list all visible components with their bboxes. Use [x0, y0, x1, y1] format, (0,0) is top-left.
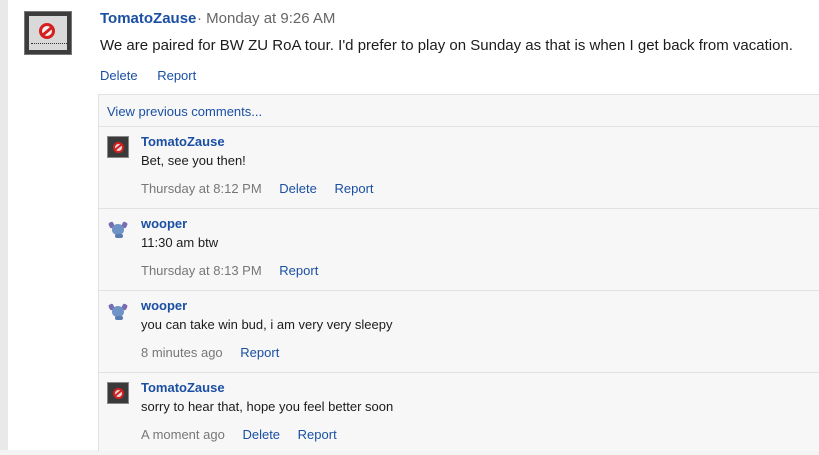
comment-text: 11:30 am btw	[141, 235, 219, 250]
comment-delete-link[interactable]: Delete	[242, 427, 280, 442]
wooper-foot	[115, 234, 123, 238]
comment-time: Thursday at 8:12 PM	[141, 181, 262, 196]
comment-text: sorry to hear that, hope you feel better…	[141, 399, 394, 414]
wooper-foot	[115, 316, 123, 320]
comment-actions: Thursday at 8:13 PM Report	[141, 263, 332, 278]
post-report-link[interactable]: Report	[157, 68, 196, 83]
comment-text: Bet, see you then!	[141, 153, 246, 168]
comments-panel: View previous comments... TomatoZause Be…	[98, 94, 819, 451]
comment-author[interactable]: TomatoZause	[141, 134, 225, 149]
post-author-avatar[interactable]	[24, 11, 72, 55]
comment-report-link[interactable]: Report	[298, 427, 337, 442]
comment-actions: Thursday at 8:12 PM Delete Report	[141, 181, 388, 196]
comment-time: 8 minutes ago	[141, 345, 223, 360]
view-previous-comments-link[interactable]: View previous comments...	[107, 104, 262, 119]
post-delete-link[interactable]: Delete	[100, 68, 138, 83]
comment-item: wooper 11:30 am btw Thursday at 8:13 PM …	[99, 209, 819, 291]
no-sign-icon	[39, 23, 55, 39]
post-body: We are paired for BW ZU RoA tour. I'd pr…	[100, 37, 793, 54]
avatar-scribble	[31, 43, 67, 47]
comment-actions: A moment ago Delete Report	[141, 427, 351, 442]
post-actions: Delete Report	[100, 68, 212, 83]
post-author-name[interactable]: TomatoZause	[100, 10, 196, 27]
no-sign-icon	[113, 388, 124, 399]
wooper-avatar-icon[interactable]	[107, 218, 129, 240]
post-timestamp: · Monday at 9:26 AM	[197, 10, 336, 27]
no-sign-icon	[113, 142, 124, 153]
comment-report-link[interactable]: Report	[240, 345, 279, 360]
comment-item: TomatoZause Bet, see you then! Thursday …	[99, 127, 819, 209]
left-edge	[0, 0, 8, 450]
comment-time: Thursday at 8:13 PM	[141, 263, 262, 278]
comment-actions: 8 minutes ago Report	[141, 345, 293, 360]
comment-report-link[interactable]: Report	[335, 181, 374, 196]
comment-author[interactable]: TomatoZause	[141, 380, 225, 395]
comment-text: you can take win bud, i am very very sle…	[141, 317, 393, 332]
wooper-avatar-icon[interactable]	[107, 300, 129, 322]
no-sign-avatar-icon[interactable]	[107, 136, 129, 158]
comment-author[interactable]: wooper	[141, 298, 187, 313]
no-sign-avatar-icon[interactable]	[107, 382, 129, 404]
comment-time: A moment ago	[141, 427, 225, 442]
comment-report-link[interactable]: Report	[279, 263, 318, 278]
comment-delete-link[interactable]: Delete	[279, 181, 317, 196]
comment-author[interactable]: wooper	[141, 216, 187, 231]
comment-item: TomatoZause sorry to hear that, hope you…	[99, 373, 819, 455]
comment-item: wooper you can take win bud, i am very v…	[99, 291, 819, 373]
